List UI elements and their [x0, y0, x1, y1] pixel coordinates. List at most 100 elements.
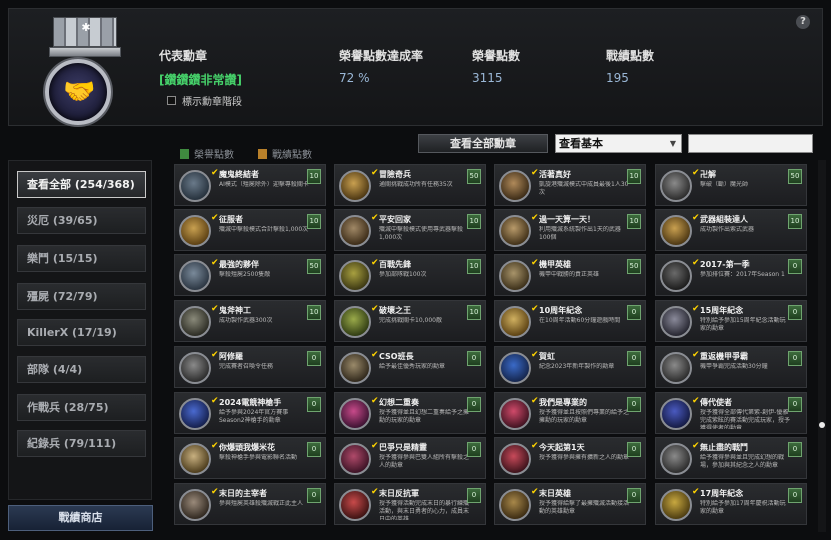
- medal-points-badge: 0: [307, 351, 321, 366]
- medal-name: 冒險奇兵: [379, 170, 411, 179]
- handshake-icon: 🤝: [45, 59, 111, 125]
- medal-card[interactable]: ✔ 末日反抗軍 授予獲得活動完成末日的暴行練殲活動，與末日勇者的心力，成員末日中的英…: [334, 483, 486, 525]
- medal-icon: [339, 215, 371, 247]
- medal-card[interactable]: ✔ 末日的主宰者 參與殭屍英雄殺殲滅戰正此主人 0: [174, 483, 326, 525]
- medal-icon: [339, 260, 371, 292]
- sidebar-item-disaster[interactable]: 災厄 (39/65): [17, 207, 146, 234]
- scrollbar[interactable]: [818, 160, 826, 532]
- help-icon[interactable]: ?: [796, 15, 810, 29]
- check-icon: ✔: [211, 304, 219, 314]
- search-input[interactable]: [688, 134, 813, 153]
- medal-description: 授予獲得給擊了最擁殲滅活動接活動的英雄勳章: [539, 500, 629, 515]
- medal-card[interactable]: ✔ 破壞之王 完成挑戰關卡10,000敵 10: [334, 300, 486, 342]
- medal-card[interactable]: ✔ 我們是專業的 授予獲得並且按照們專業的給予之擁勳的玩家的勳章 0: [494, 392, 646, 434]
- medal-card[interactable]: ✔ 巴爭只是精靈 授予獲得參與巴雙人組所有擊殺之人的勳章 0: [334, 437, 486, 479]
- record-stat: 戰績點數 195: [606, 47, 654, 85]
- medal-points-badge: 10: [307, 214, 321, 229]
- medal-card[interactable]: ✔ 你爆頭我爆米花 擊殺神槍手參與電影聯名活動 0: [174, 437, 326, 479]
- check-icon: ✔: [692, 258, 700, 268]
- medal-card[interactable]: ✔ 魔鬼終結者 AI模式（殭屍除外）迎擊專殺關卡 10: [174, 164, 326, 206]
- view-filter-select[interactable]: 查看基本 ▼: [555, 134, 682, 153]
- medal-points-badge: 0: [627, 351, 641, 366]
- medal-description: 參與殭屍英雄殺殲滅戰正此主人: [219, 500, 304, 507]
- check-icon: ✔: [371, 304, 379, 314]
- medal-card[interactable]: ✔ 無止盡的戰鬥 給予獲得參與並且完成幻想的戰場，參加與其紀念之人的勳章 0: [655, 437, 807, 479]
- sidebar-item-killerx[interactable]: KillerX (17/19): [17, 319, 146, 346]
- medal-card[interactable]: ✔ 征服者 殲滅中擊殺模式合計擊殺1,000次 10: [174, 209, 326, 251]
- medal-card[interactable]: ✔ 今天起第1天 授予獲得參與擁有擴新之人的勳章 0: [494, 437, 646, 479]
- medal-icon: [660, 260, 692, 292]
- sidebar-item-fun[interactable]: 樂鬥 (15/15): [17, 245, 146, 272]
- check-icon: ✔: [211, 258, 219, 268]
- medal-card[interactable]: ✔ CSO班長 給予最佳優秀玩家的勳章 0: [334, 346, 486, 388]
- medal-card[interactable]: ✔ 末日英雄 授予獲得給擊了最擁殲滅活動接活動的英雄勳章 0: [494, 483, 646, 525]
- medal-card[interactable]: ✔ 15周年紀念 特別給予參加15周年紀念活動玩家的勳章 0: [655, 300, 807, 342]
- medal-points-badge: 0: [307, 397, 321, 412]
- check-icon: ✔: [531, 396, 539, 406]
- medal-icon: [179, 489, 211, 521]
- sidebar-item-all[interactable]: 查看全部 (254/368): [17, 171, 146, 198]
- sidebar-item-zombie[interactable]: 殭屍 (72/79): [17, 283, 146, 310]
- medal-name: 征服者: [219, 215, 243, 224]
- medal-card[interactable]: ✔ 最強的夥伴 擊殺殭屍2500隻敵 50: [174, 254, 326, 296]
- representative-medal[interactable]: ✱ 🤝: [43, 17, 127, 127]
- medal-name: CSO班長: [379, 352, 414, 361]
- medal-icon: [660, 170, 692, 202]
- legend-honor: 榮譽點數: [180, 146, 234, 161]
- medal-card[interactable]: ✔ 2017-第一季 參加排位賽：2017年Season 10: [655, 254, 807, 296]
- medal-card[interactable]: ✔ 重返機甲爭霸 機甲爭霸完成活動30分鐘 0: [655, 346, 807, 388]
- medal-icon: [179, 215, 211, 247]
- medal-name: 2024電競神槍手: [219, 398, 282, 407]
- category-sidebar: 查看全部 (254/368) 災厄 (39/65) 樂鬥 (15/15) 殭屍 …: [8, 160, 152, 500]
- sidebar-item-record[interactable]: 紀錄兵 (79/111): [17, 430, 146, 457]
- show-level-toggle[interactable]: 標示勳章階段: [167, 93, 242, 108]
- medal-name: 末日的主宰者: [219, 489, 267, 498]
- medal-card[interactable]: ✔ 2024電競神槍手 給予參與2024年官方賽事Season2神槍手的勳章 0: [174, 392, 326, 434]
- record-shop-button[interactable]: 戰績商店: [8, 505, 153, 531]
- medal-card[interactable]: ✔ 卍解 擊破（斷）魔光師 50: [655, 164, 807, 206]
- medal-card[interactable]: ✔ 鬼斧神工 成功製作武器300次 10: [174, 300, 326, 342]
- medal-description: 給予獲得參與並且完成幻想的戰場，參加與其紀念之人的勳章: [700, 454, 785, 469]
- medal-card[interactable]: ✔ 武器組裝達人 成功製作出索式武器 10: [655, 209, 807, 251]
- medal-points-badge: 0: [627, 442, 641, 457]
- medal-icon: [499, 306, 531, 338]
- medal-grid: ✔ 魔鬼終結者 AI模式（殭屍除外）迎擊專殺關卡 10 ✔ 冒險奇兵通關挑戰成功所有任務3…: [174, 160, 815, 532]
- check-icon: ✔: [371, 350, 379, 360]
- sidebar-item-clan[interactable]: 部隊 (4/4): [17, 356, 146, 383]
- medal-card[interactable]: ✔ 機甲英雄 機甲中戰勝的貢正英雄 50: [494, 254, 646, 296]
- show-level-label: 標示勳章階段: [182, 97, 242, 108]
- medal-name: 末日反抗軍: [379, 489, 419, 498]
- rep-medal-label: 代表勳章: [159, 49, 208, 63]
- medal-icon: [499, 170, 531, 202]
- medal-card[interactable]: ✔ 平安回家 殲滅中擊殺模式使用專武器擊殺1,000次 10: [334, 209, 486, 251]
- medal-points-badge: 0: [627, 488, 641, 503]
- medal-points-badge: 0: [467, 442, 481, 457]
- medal-description: 利用殲滅系統製作出1天的武器100個: [539, 226, 621, 241]
- medal-card[interactable]: ✔ 阿修羅 完成賽者召喚令任務 0: [174, 346, 326, 388]
- medal-points-badge: 0: [788, 259, 802, 274]
- medal-card[interactable]: ✔ 賀虹 紀念2023年新年製作的勳章 0: [494, 346, 646, 388]
- check-icon: ✔: [692, 441, 700, 451]
- medal-description: 機甲爭霸完成活動30分鐘: [700, 363, 768, 370]
- medal-card[interactable]: ✔ 活著真好 凱旋港殲滅模式中成員最後1人30次 10: [494, 164, 646, 206]
- medal-points-badge: 50: [627, 259, 641, 274]
- medal-name: 無止盡的戰鬥: [700, 443, 748, 452]
- medal-card[interactable]: ✔ 幻想二重奏 授予獲得並且幻想二重奏給予之擁勳的玩家的勳章 0: [334, 392, 486, 434]
- scrollbar-thumb[interactable]: [819, 422, 825, 428]
- show-level-checkbox[interactable]: [167, 96, 176, 105]
- medal-description: 擊破（斷）魔光師: [700, 181, 749, 188]
- medal-card[interactable]: ✔ 10周年紀念 在10周年活動60分鐘遊戲時間 0: [494, 300, 646, 342]
- medal-card[interactable]: ✔ 百戰先鋒 參加部隊戰100次 10: [334, 254, 486, 296]
- medal-card[interactable]: ✔ 冒險奇兵 通關挑戰成功所有任務35次 50: [334, 164, 486, 206]
- medal-description: 擊殺神槍手參與電影聯名活動: [219, 454, 298, 461]
- medal-points-badge: 0: [788, 305, 802, 320]
- check-icon: ✔: [211, 441, 219, 451]
- medal-card[interactable]: ✔ 傳代使者 授予獲得全部傳代第紫-創伊-優雅完成紫眩的賽活動完成玩家，授予獲得使者…: [655, 392, 807, 434]
- medal-description: 通關挑戰成功所有任務35次: [379, 181, 453, 188]
- medal-card[interactable]: ✔ 17周年紀念 特別給予參加17周年慶祝活動玩家的勳章 0: [655, 483, 807, 525]
- medal-card[interactable]: ✔ 過一天算一天！ 利用殲滅系統製作出1天的武器100個 10: [494, 209, 646, 251]
- view-all-medals-button[interactable]: 查看全部勳章: [418, 134, 548, 153]
- medal-points-badge: 0: [627, 397, 641, 412]
- medal-points-badge: 10: [627, 169, 641, 184]
- sidebar-item-combat[interactable]: 作戰兵 (28/75): [17, 394, 146, 421]
